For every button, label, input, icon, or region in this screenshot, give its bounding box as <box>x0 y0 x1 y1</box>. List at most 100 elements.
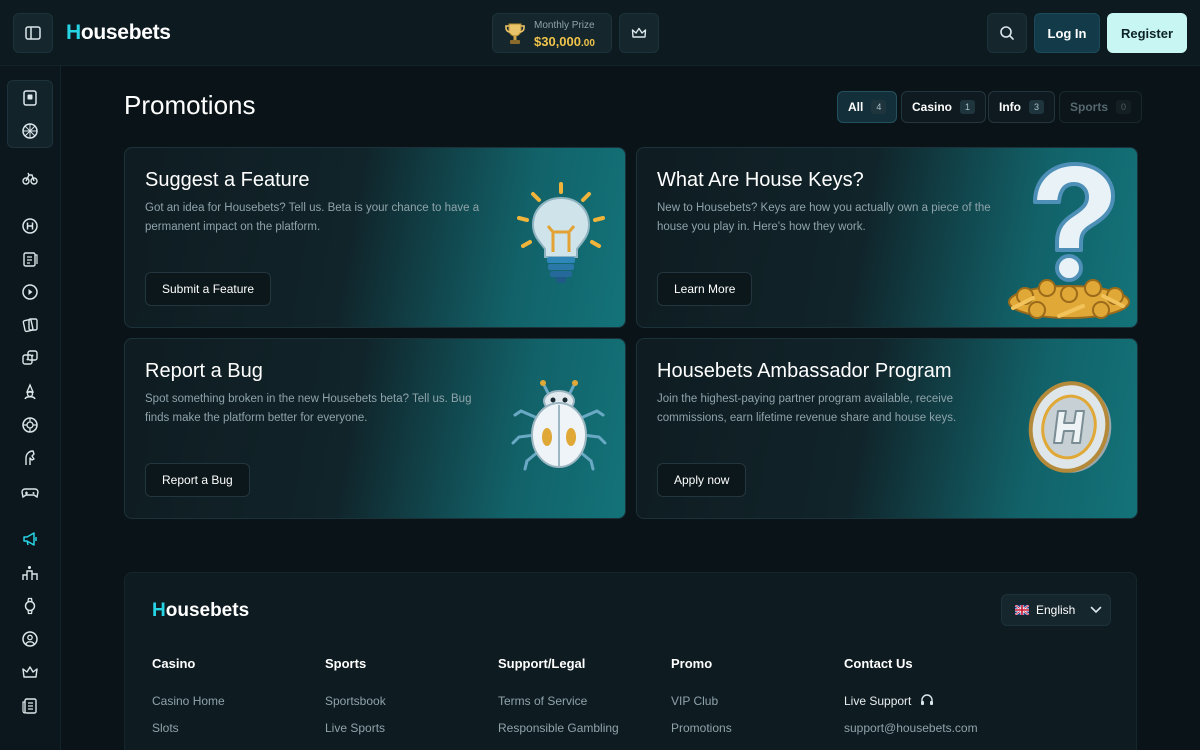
language-label: English <box>1036 603 1076 617</box>
promo-card-ambassador: Housebets Ambassador Program Join the hi… <box>636 338 1138 519</box>
footer-link[interactable]: VIP Club <box>671 694 732 721</box>
megaphone-icon <box>23 532 37 546</box>
footer-column-title: Casino <box>152 656 196 671</box>
sidebar-item-roulette[interactable] <box>20 415 40 435</box>
support-user-icon <box>22 631 38 647</box>
sidebar-item-esports[interactable] <box>20 482 40 502</box>
site-footer: Housebets English Casino Casino Home Slo… <box>124 572 1137 750</box>
footer-link[interactable]: Live Sports <box>325 721 386 748</box>
footer-link[interactable]: Slots <box>152 721 225 748</box>
chevron-down-icon <box>1091 606 1102 614</box>
footer-link[interactable]: Promotions <box>671 721 732 748</box>
sidebar-item-timer[interactable] <box>20 596 40 616</box>
promo-card-report-bug: Report a Bug Spot something broken in th… <box>124 338 626 519</box>
sidebar-item-racing[interactable] <box>20 448 40 468</box>
promo-card-title: Report a Bug <box>145 360 263 382</box>
crown-icon <box>22 666 38 678</box>
footer-link[interactable]: Sportsbook <box>325 694 386 721</box>
promo-card-description: New to Housebets? Keys are how you actua… <box>657 202 991 233</box>
footer-column-contact: Contact Us Live Support support@housebet… <box>844 656 978 748</box>
language-select[interactable]: English <box>1001 594 1111 626</box>
footer-link[interactable]: Terms of Service <box>498 694 619 721</box>
horse-icon <box>25 450 35 465</box>
news-icon <box>23 252 38 267</box>
house-coin-icon <box>22 218 38 234</box>
sidebar-item-news[interactable] <box>20 249 40 269</box>
sidebar-item-cycling[interactable] <box>20 168 40 188</box>
learn-more-button[interactable]: Learn More <box>657 272 753 306</box>
prize-label: Monthly Prize <box>534 20 595 31</box>
logo-text: ousebets <box>165 600 250 621</box>
promo-card-title: Suggest a Feature <box>145 169 310 191</box>
filter-count-badge: 4 <box>871 100 887 114</box>
search-button[interactable] <box>987 13 1027 53</box>
live-support-link[interactable]: Live Support <box>844 694 978 721</box>
sidebar-item-house[interactable] <box>20 216 40 236</box>
promo-card-description: Join the highest-paying partner program … <box>657 393 957 424</box>
sidebar-item-leaderboard[interactable] <box>20 563 40 583</box>
footer-column-title: Support/Legal <box>498 656 586 671</box>
sidebar-item-blog[interactable] <box>20 696 40 716</box>
report-bug-button[interactable]: Report a Bug <box>145 463 250 497</box>
dice-icon <box>22 350 38 365</box>
apply-now-button[interactable]: Apply now <box>657 463 747 497</box>
logo-letter: H <box>66 21 81 44</box>
footer-link[interactable]: Responsible Gambling <box>498 721 619 748</box>
sidebar-item-table-games[interactable] <box>20 315 40 335</box>
lightbulb-icon <box>517 182 605 283</box>
sidebar-item-live[interactable] <box>20 282 40 302</box>
filter-label: All <box>848 100 864 114</box>
support-email-link[interactable]: support@housebets.com <box>844 721 978 748</box>
search-icon <box>1000 26 1014 40</box>
podium-icon <box>22 566 38 580</box>
sidebar-toggle-button[interactable] <box>13 13 53 53</box>
sidebar-item-sports[interactable] <box>20 121 40 141</box>
filter-label: Info <box>999 100 1021 114</box>
wizard-icon <box>24 383 36 400</box>
prize-amount-value: $30,000 <box>534 34 581 49</box>
play-icon <box>22 284 38 300</box>
live-support-label: Live Support <box>844 694 912 708</box>
bug-icon <box>511 380 607 471</box>
prize-amount: $30,000.00 <box>534 34 595 49</box>
footer-column-promo: Promo VIP Club Promotions <box>671 656 732 748</box>
promo-card-title: Housebets Ambassador Program <box>657 360 952 382</box>
filter-tab-sports[interactable]: Sports 0 <box>1059 91 1143 123</box>
watch-icon <box>24 597 36 615</box>
promo-card-suggest-feature: Suggest a Feature Got an idea for Houseb… <box>124 147 626 328</box>
footer-column-title: Promo <box>671 656 713 671</box>
filter-tab-all[interactable]: All 4 <box>837 91 898 123</box>
promo-card-description: Got an idea for Housebets? Tell us. Beta… <box>145 202 480 233</box>
footer-column-title: Contact Us <box>844 656 913 671</box>
sidebar-item-support[interactable] <box>20 629 40 649</box>
page-title: Promotions <box>124 90 256 120</box>
bike-icon <box>22 172 38 185</box>
filter-tab-info[interactable]: Info 3 <box>988 91 1056 123</box>
filter-count-badge: 0 <box>1116 100 1132 114</box>
vip-crown-button[interactable] <box>619 13 659 53</box>
filter-label: Casino <box>912 100 953 114</box>
submit-feature-button[interactable]: Submit a Feature <box>145 272 272 306</box>
gamepad-icon <box>21 488 39 499</box>
sidebar-toggle-icon <box>25 26 41 40</box>
promo-card-title: What Are House Keys? <box>657 169 864 191</box>
sidebar-item-promotions[interactable] <box>20 529 40 549</box>
newspaper-icon <box>22 698 37 714</box>
sidebar-item-casino[interactable] <box>20 88 40 108</box>
register-button[interactable]: Register <box>1107 13 1187 53</box>
top-header: Housebets Monthly Prize $30,000.00 Log I… <box>0 0 1200 66</box>
footer-logo[interactable]: Housebets <box>152 600 249 622</box>
crown-icon <box>631 27 647 38</box>
filter-label: Sports <box>1070 100 1109 114</box>
sidebar-item-originals[interactable] <box>20 382 40 402</box>
filter-tab-casino[interactable]: Casino 1 <box>901 91 987 123</box>
housebets-logo[interactable]: Housebets <box>66 21 171 45</box>
footer-link[interactable]: Casino Home <box>152 694 225 721</box>
sidebar <box>0 66 61 750</box>
monthly-prize-widget[interactable]: Monthly Prize $30,000.00 <box>492 13 612 53</box>
sidebar-item-dice[interactable] <box>20 348 40 368</box>
login-button[interactable]: Log In <box>1034 13 1100 53</box>
sidebar-item-vip[interactable] <box>20 662 40 682</box>
roulette-icon <box>22 417 38 433</box>
h-coin-icon <box>1028 381 1112 473</box>
